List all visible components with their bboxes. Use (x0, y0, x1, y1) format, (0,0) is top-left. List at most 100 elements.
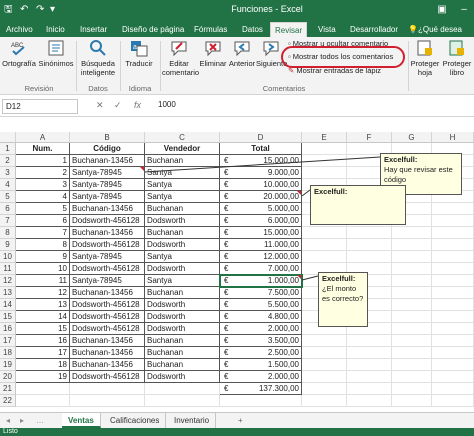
sheet-tab-inventario[interactable]: Inventario (168, 413, 217, 428)
row-header[interactable]: 8 (0, 227, 16, 239)
comment-box[interactable]: Excelfull: ¿El monto es correcto? (318, 272, 368, 327)
cell[interactable] (347, 227, 392, 239)
codigo-cell[interactable]: Dodsworth-456128 (70, 311, 145, 323)
codigo-cell[interactable]: Santya-78945 (70, 275, 145, 287)
total-cell[interactable]: €2.000,00 (220, 323, 302, 335)
cell[interactable] (432, 335, 474, 347)
cell[interactable] (347, 335, 392, 347)
cell[interactable] (220, 395, 302, 407)
num-cell[interactable]: 14 (16, 311, 70, 323)
column-header-c[interactable]: C (145, 132, 220, 143)
cell[interactable] (432, 347, 474, 359)
tab-insertar[interactable]: Insertar (76, 22, 111, 37)
codigo-cell[interactable]: Buchanan-13456 (70, 347, 145, 359)
vendedor-cell[interactable]: Buchanan (145, 347, 220, 359)
num-cell[interactable]: 10 (16, 263, 70, 275)
vendedor-cell[interactable]: Dodsworth (145, 323, 220, 335)
vendedor-cell[interactable]: Santya (145, 275, 220, 287)
cell[interactable] (392, 335, 432, 347)
vendedor-cell[interactable]: Santya (145, 251, 220, 263)
row-header[interactable]: 22 (0, 395, 16, 407)
row-header[interactable]: 9 (0, 239, 16, 251)
tab-inicio[interactable]: Inicio (42, 22, 69, 37)
tab-vista[interactable]: Vista (314, 22, 340, 37)
vendedor-cell[interactable]: Buchanan (145, 287, 220, 299)
cell[interactable] (302, 371, 347, 383)
num-cell[interactable]: 13 (16, 299, 70, 311)
cell[interactable] (432, 371, 474, 383)
table-header-cell[interactable]: Código (70, 143, 145, 155)
num-cell[interactable]: 4 (16, 191, 70, 203)
sheet-tab-ventas[interactable]: Ventas (62, 413, 101, 428)
cell[interactable] (347, 359, 392, 371)
sheet-nav-more-icon[interactable]: … (30, 413, 50, 428)
select-all-corner[interactable] (0, 132, 16, 143)
total-cell[interactable]: €7.000,00 (220, 263, 302, 275)
cell[interactable] (302, 335, 347, 347)
row-header[interactable]: 10 (0, 251, 16, 263)
cell[interactable] (392, 359, 432, 371)
codigo-cell[interactable]: Santya-78945 (70, 251, 145, 263)
total-cell[interactable]: €9.000,00 (220, 167, 302, 179)
vendedor-cell[interactable]: Buchanan (145, 203, 220, 215)
column-header-f[interactable]: F (347, 132, 392, 143)
cell[interactable] (392, 323, 432, 335)
vendedor-cell[interactable]: Buchanan (145, 335, 220, 347)
cell[interactable] (432, 215, 474, 227)
cell[interactable] (432, 203, 474, 215)
cell[interactable] (392, 227, 432, 239)
cell[interactable] (347, 239, 392, 251)
ribbon-options-icon[interactable]: ▣ (434, 3, 450, 17)
total-cell[interactable]: €1.500,00 (220, 359, 302, 371)
enter-icon[interactable]: ✓ (114, 100, 122, 111)
total-cell[interactable]: €11.000,00 (220, 239, 302, 251)
cell[interactable] (432, 263, 474, 275)
spelling-button[interactable]: ABC Ortografía (2, 39, 36, 68)
sheet-tab-calificaciones[interactable]: Calificaciones (104, 413, 167, 428)
insert-function-icon[interactable]: fx (134, 100, 141, 110)
cell[interactable] (392, 395, 432, 407)
cell[interactable] (392, 251, 432, 263)
codigo-cell[interactable]: Dodsworth-456128 (70, 371, 145, 383)
total-cell[interactable]: €4.800,00 (220, 311, 302, 323)
cell[interactable] (302, 155, 347, 167)
table-header-cell[interactable]: Num. (16, 143, 70, 155)
vendedor-cell[interactable]: Santya (145, 167, 220, 179)
column-header-e[interactable]: E (302, 132, 347, 143)
tab-diseno[interactable]: Diseño de página (118, 22, 188, 37)
num-cell[interactable]: 6 (16, 215, 70, 227)
cell[interactable] (392, 311, 432, 323)
sum-total-cell[interactable]: €137.300,00 (220, 383, 302, 395)
cell[interactable] (392, 287, 432, 299)
row-header[interactable]: 17 (0, 335, 16, 347)
vendedor-cell[interactable]: Buchanan (145, 227, 220, 239)
vendedor-cell[interactable]: Santya (145, 191, 220, 203)
total-cell[interactable]: €6.000,00 (220, 215, 302, 227)
vendedor-cell[interactable]: Dodsworth (145, 263, 220, 275)
tab-datos[interactable]: Datos (238, 22, 267, 37)
cell[interactable] (16, 395, 70, 407)
cell[interactable] (145, 383, 220, 395)
num-cell[interactable]: 18 (16, 359, 70, 371)
total-cell[interactable]: €3.500,00 (220, 335, 302, 347)
tab-desarrollador[interactable]: Desarrollador (346, 22, 402, 37)
num-cell[interactable]: 15 (16, 323, 70, 335)
num-cell[interactable]: 17 (16, 347, 70, 359)
cell[interactable] (432, 239, 474, 251)
comment-box[interactable]: Excelfull: (310, 185, 406, 225)
total-cell[interactable]: €7.500,00 (220, 287, 302, 299)
cell[interactable] (392, 347, 432, 359)
row-header[interactable]: 6 (0, 203, 16, 215)
cell[interactable] (432, 311, 474, 323)
column-header-h[interactable]: H (432, 132, 474, 143)
cell[interactable] (432, 251, 474, 263)
cell[interactable] (392, 275, 432, 287)
smart-lookup-button[interactable]: Búsqueda inteligente (80, 39, 116, 77)
cell[interactable] (70, 383, 145, 395)
protect-sheet-button[interactable]: Proteger hoja (410, 39, 440, 77)
vendedor-cell[interactable]: Dodsworth (145, 239, 220, 251)
cell[interactable] (432, 287, 474, 299)
vendedor-cell[interactable]: Santya (145, 179, 220, 191)
total-cell[interactable]: €1.000,00 (219, 274, 303, 288)
cell[interactable] (432, 359, 474, 371)
